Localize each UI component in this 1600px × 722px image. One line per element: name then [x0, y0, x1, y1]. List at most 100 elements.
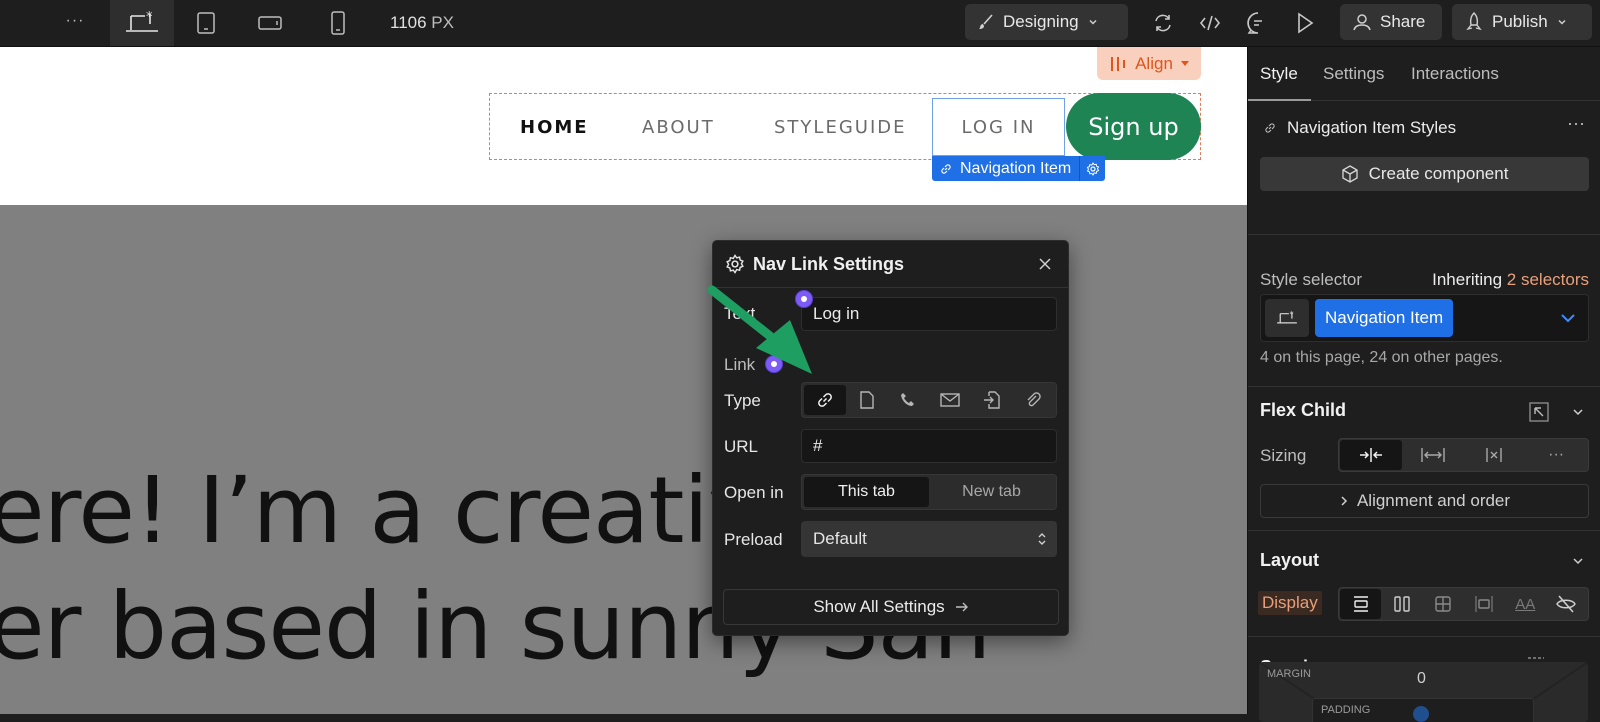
- share-label: Share: [1380, 12, 1426, 31]
- inheriting-count[interactable]: 2 selectors: [1507, 270, 1589, 289]
- link-type-selector[interactable]: [801, 382, 1057, 418]
- paperclip-icon: [1027, 392, 1041, 407]
- tab-settings[interactable]: Settings: [1323, 64, 1384, 84]
- sync-button[interactable]: [1150, 10, 1176, 36]
- tablet-icon: [197, 12, 215, 34]
- create-component-button[interactable]: Create component: [1260, 157, 1589, 191]
- sizing-more[interactable]: ···: [1525, 440, 1587, 470]
- selector-chip[interactable]: Navigation Item: [1315, 299, 1454, 337]
- shrink-icon: [1359, 448, 1382, 462]
- padding-label: PADDING: [1321, 704, 1371, 716]
- email-icon: [940, 393, 960, 407]
- caret-down-icon: [1180, 60, 1189, 66]
- display-inline-block[interactable]: [1464, 589, 1505, 619]
- element-more-button[interactable]: ···: [1567, 113, 1585, 134]
- publish-button[interactable]: Publish: [1452, 4, 1592, 40]
- comments-button[interactable]: [1245, 10, 1271, 36]
- align-label: Align: [1135, 53, 1173, 73]
- layout-section: Layout Display AA: [1248, 531, 1600, 637]
- open-in-this-tab[interactable]: This tab: [804, 477, 929, 507]
- url-input[interactable]: #: [801, 429, 1057, 463]
- preload-select[interactable]: Default: [801, 521, 1057, 557]
- popover-header: Nav Link Settings: [713, 241, 1068, 288]
- close-popover-button[interactable]: [1032, 251, 1058, 277]
- selection-badge[interactable]: Navigation Item: [932, 156, 1106, 181]
- link-type-section[interactable]: [971, 385, 1013, 415]
- breakpoint-indicator: *: [1265, 299, 1309, 337]
- spacing-box-model[interactable]: MARGIN 0 PADDING: [1259, 662, 1588, 722]
- site-header[interactable]: Align HOME ABOUT STYLEGUIDE LOG IN Sign …: [0, 47, 1247, 205]
- nav-link-login[interactable]: LOG IN: [962, 117, 1036, 138]
- display-flex[interactable]: [1381, 589, 1422, 619]
- share-button[interactable]: Share: [1340, 4, 1442, 40]
- element-settings-button[interactable]: [1079, 156, 1105, 181]
- parent-flex-icon[interactable]: [1529, 402, 1549, 422]
- link-type-email[interactable]: [929, 385, 971, 415]
- hero-line-1-text: ere! I’m a creativ: [0, 457, 762, 564]
- code-view-button[interactable]: [1197, 10, 1223, 36]
- tab-style[interactable]: Style: [1260, 64, 1298, 84]
- mode-label: Designing: [1003, 12, 1079, 31]
- open-in-toggle[interactable]: This tab New tab: [801, 474, 1057, 510]
- preload-label: Preload: [724, 530, 783, 549]
- url-label: URL: [724, 437, 759, 456]
- nav-link-styleguide[interactable]: STYLEGUIDE: [774, 117, 906, 138]
- sizing-grow[interactable]: [1402, 440, 1464, 470]
- display-inline[interactable]: AA: [1505, 589, 1546, 619]
- tab-interactions[interactable]: Interactions: [1411, 64, 1499, 84]
- flex-child-section: Flex Child Sizing ··· Alignment and orde…: [1248, 387, 1600, 531]
- more-menu-button[interactable]: ···: [60, 12, 90, 34]
- display-none[interactable]: [1546, 589, 1587, 619]
- display-flex-icon: [1394, 596, 1410, 612]
- display-block-icon: [1353, 596, 1368, 612]
- link-type-page[interactable]: [846, 385, 888, 415]
- sizing-none[interactable]: [1464, 440, 1526, 470]
- display-selector[interactable]: AA: [1338, 587, 1589, 621]
- signup-button[interactable]: Sign up: [1066, 93, 1201, 160]
- margin-top-value[interactable]: 0: [1417, 670, 1426, 688]
- link-type-file[interactable]: [1012, 385, 1054, 415]
- desktop-star-icon: *: [126, 10, 158, 32]
- selection-badge-label: Navigation Item: [960, 159, 1072, 177]
- show-all-settings-button[interactable]: Show All Settings: [723, 589, 1059, 625]
- canvas-width-unit: PX: [431, 13, 454, 32]
- padding-top-value[interactable]: [1413, 706, 1429, 722]
- alignment-order-label: Alignment and order: [1356, 491, 1511, 510]
- eye-off-icon: [1556, 595, 1577, 613]
- chevron-down-icon[interactable]: [1560, 312, 1576, 324]
- preview-button[interactable]: [1292, 10, 1318, 36]
- collapse-chevron-icon[interactable]: [1569, 552, 1587, 570]
- layout-title[interactable]: Layout: [1260, 550, 1319, 571]
- selector-section: Navigation Item Styles ··· Create compon…: [1248, 101, 1600, 235]
- padding-box[interactable]: PADDING: [1312, 698, 1534, 722]
- alignment-order-toggle[interactable]: Alignment and order: [1260, 484, 1589, 518]
- align-button[interactable]: Align: [1097, 47, 1201, 80]
- inheriting-info[interactable]: Inheriting 2 selectors: [1432, 270, 1589, 290]
- code-icon: [1199, 15, 1221, 31]
- link-type-url[interactable]: [804, 385, 846, 415]
- play-icon: [1298, 12, 1314, 34]
- breakpoint-desktop-button[interactable]: *: [110, 0, 174, 46]
- breakpoint-mobile-portrait-button[interactable]: [306, 0, 370, 46]
- flex-child-title[interactable]: Flex Child: [1260, 400, 1346, 421]
- publish-label: Publish: [1492, 12, 1548, 31]
- breakpoint-mobile-landscape-button[interactable]: [238, 0, 302, 46]
- nav-link-home[interactable]: HOME: [520, 117, 589, 138]
- selector-field[interactable]: * Navigation Item: [1260, 294, 1589, 342]
- display-label[interactable]: Display: [1258, 591, 1322, 615]
- breakpoint-tablet-button[interactable]: [174, 0, 238, 46]
- display-grid[interactable]: [1422, 589, 1463, 619]
- display-block[interactable]: [1340, 589, 1382, 619]
- sizing-shrink[interactable]: [1340, 440, 1402, 470]
- gear-icon: [726, 254, 744, 274]
- nav-link-login-selected[interactable]: LOG IN: [932, 98, 1065, 156]
- collapse-chevron-icon[interactable]: [1569, 403, 1587, 421]
- mode-dropdown[interactable]: Designing: [965, 4, 1128, 40]
- sizing-selector[interactable]: ···: [1338, 438, 1589, 472]
- nav-link-about[interactable]: ABOUT: [642, 117, 715, 138]
- open-in-new-tab[interactable]: New tab: [929, 477, 1054, 507]
- margin-label: MARGIN: [1267, 668, 1311, 680]
- link-type-phone[interactable]: [887, 385, 929, 415]
- section-enter-icon: [983, 391, 1000, 409]
- text-field[interactable]: Log in: [801, 297, 1057, 331]
